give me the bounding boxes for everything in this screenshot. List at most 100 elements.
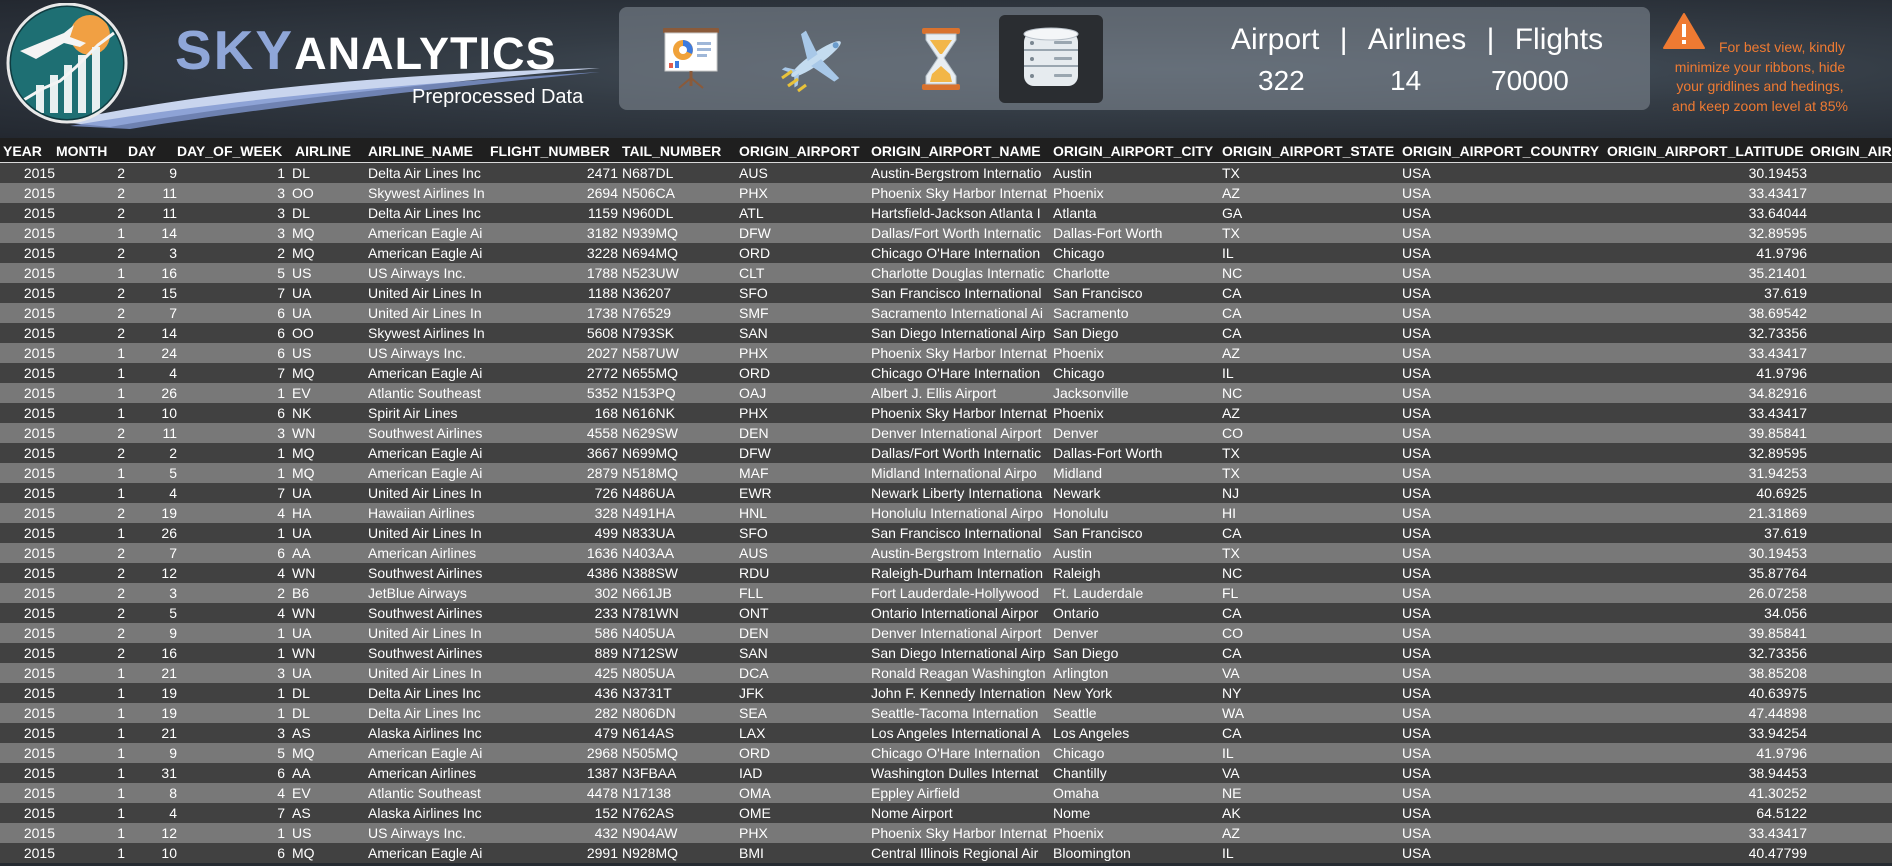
table-cell[interactable]: USA	[1402, 623, 1602, 643]
table-cell[interactable]: Phoenix Sky Harbor Internat	[871, 403, 1051, 423]
table-cell[interactable]: DCA	[739, 663, 869, 683]
table-cell[interactable]: Nome	[1053, 803, 1218, 823]
nav-dashboard-button[interactable]	[639, 15, 743, 103]
table-cell[interactable]: 2991	[488, 843, 618, 863]
table-cell[interactable]: USA	[1402, 763, 1602, 783]
table-cell[interactable]: MQ	[292, 843, 367, 863]
table-cell[interactable]: 12	[125, 823, 177, 843]
table-cell[interactable]: 38.94453	[1607, 763, 1807, 783]
column-header[interactable]: ORIGIN_AIRPORT_CITY	[1053, 138, 1213, 162]
table-cell[interactable]: NK	[292, 403, 367, 423]
table-cell[interactable]: Dallas-Fort Worth	[1053, 223, 1218, 243]
table-cell[interactable]: USA	[1402, 523, 1602, 543]
table-cell[interactable]: 47.44898	[1607, 703, 1807, 723]
table-cell[interactable]: Raleigh	[1053, 563, 1218, 583]
table-cell[interactable]: Bloomington	[1053, 843, 1218, 863]
table-cell[interactable]: 168	[488, 403, 618, 423]
table-cell[interactable]: 33.64044	[1607, 203, 1807, 223]
table-cell[interactable]: 2879	[488, 463, 618, 483]
table-cell[interactable]: UA	[292, 283, 367, 303]
table-cell[interactable]: HNL	[739, 503, 869, 523]
table-cell[interactable]: 38.69542	[1607, 303, 1807, 323]
column-header[interactable]: ORIGIN_AIRPORT_LATITUDE	[1607, 138, 1804, 162]
table-cell[interactable]: OME	[739, 803, 869, 823]
table-cell[interactable]: 2	[55, 643, 125, 663]
nav-data-button[interactable]	[999, 15, 1103, 103]
column-header[interactable]: ORIGIN_AIRPORT_COUNTRY	[1402, 138, 1599, 162]
table-cell[interactable]: NC	[1222, 563, 1400, 583]
table-cell[interactable]: USA	[1402, 483, 1602, 503]
table-cell[interactable]: USA	[1402, 703, 1602, 723]
table-cell[interactable]: AZ	[1222, 403, 1400, 423]
table-cell[interactable]: 3	[125, 243, 177, 263]
table-cell[interactable]: 4386	[488, 563, 618, 583]
table-cell[interactable]: Chicago O'Hare Internation	[871, 363, 1051, 383]
table-cell[interactable]: 11	[125, 423, 177, 443]
table-cell[interactable]: Austin	[1053, 163, 1218, 183]
table-cell[interactable]: American Eagle Ai	[368, 463, 486, 483]
table-cell[interactable]: PHX	[739, 183, 869, 203]
table-cell[interactable]: OMA	[739, 783, 869, 803]
table-cell[interactable]: OO	[292, 323, 367, 343]
table-cell[interactable]: 1	[55, 803, 125, 823]
table-cell[interactable]: 2015	[3, 183, 55, 203]
table-cell[interactable]: Ontario	[1053, 603, 1218, 623]
table-cell[interactable]: 2015	[3, 283, 55, 303]
table-cell[interactable]: 38.85208	[1607, 663, 1807, 683]
table-cell[interactable]: CO	[1222, 623, 1400, 643]
table-cell[interactable]: CA	[1222, 643, 1400, 663]
table-cell[interactable]: 1	[177, 823, 285, 843]
table-cell[interactable]: Spirit Air Lines	[368, 403, 486, 423]
table-cell[interactable]: Austin	[1053, 543, 1218, 563]
table-cell[interactable]: Nome Airport	[871, 803, 1051, 823]
table-cell[interactable]: 15	[125, 283, 177, 303]
table-cell[interactable]: N694MQ	[622, 243, 732, 263]
table-cell[interactable]: Phoenix Sky Harbor Internat	[871, 183, 1051, 203]
table-cell[interactable]: Skywest Airlines In	[368, 323, 486, 343]
table-cell[interactable]: San Diego International Airp	[871, 643, 1051, 663]
table-cell[interactable]: 19	[125, 503, 177, 523]
table-cell[interactable]: 2015	[3, 723, 55, 743]
table-cell[interactable]: USA	[1402, 223, 1602, 243]
table-cell[interactable]: N699MQ	[622, 443, 732, 463]
table-cell[interactable]: Delta Air Lines Inc	[368, 163, 486, 183]
table-cell[interactable]: 2015	[3, 323, 55, 343]
table-cell[interactable]: Jacksonville	[1053, 383, 1218, 403]
table-cell[interactable]: N762AS	[622, 803, 732, 823]
table-cell[interactable]: Alaska Airlines Inc	[368, 723, 486, 743]
table-cell[interactable]: 4	[125, 483, 177, 503]
table-cell[interactable]: PHX	[739, 823, 869, 843]
table-cell[interactable]: 1	[177, 383, 285, 403]
table-cell[interactable]: 2	[125, 443, 177, 463]
table-cell[interactable]: 19	[125, 703, 177, 723]
table-cell[interactable]: 5	[177, 263, 285, 283]
table-cell[interactable]: Southwest Airlines	[368, 423, 486, 443]
table-cell[interactable]: 7	[177, 363, 285, 383]
table-cell[interactable]: 2	[55, 303, 125, 323]
table-cell[interactable]: 1188	[488, 283, 618, 303]
table-cell[interactable]: San Diego	[1053, 323, 1218, 343]
table-cell[interactable]: 1	[55, 263, 125, 283]
table-cell[interactable]: US	[292, 343, 367, 363]
table-cell[interactable]: NC	[1222, 263, 1400, 283]
table-cell[interactable]: Ronald Reagan Washington	[871, 663, 1051, 683]
table-cell[interactable]: AS	[292, 723, 367, 743]
table-cell[interactable]: 37.619	[1607, 523, 1807, 543]
table-cell[interactable]: 31	[125, 763, 177, 783]
table-cell[interactable]: USA	[1402, 643, 1602, 663]
table-cell[interactable]: 2015	[3, 443, 55, 463]
table-cell[interactable]: 2	[55, 623, 125, 643]
table-cell[interactable]: United Air Lines In	[368, 663, 486, 683]
table-cell[interactable]: GA	[1222, 203, 1400, 223]
table-cell[interactable]: 35.87764	[1607, 563, 1807, 583]
table-cell[interactable]: Arlington	[1053, 663, 1218, 683]
table-cell[interactable]: USA	[1402, 343, 1602, 363]
table-cell[interactable]: N491HA	[622, 503, 732, 523]
table-cell[interactable]: 2015	[3, 163, 55, 183]
table-cell[interactable]: DEN	[739, 423, 869, 443]
nav-airlines-button[interactable]	[764, 15, 868, 103]
table-cell[interactable]: JFK	[739, 683, 869, 703]
table-cell[interactable]: Denver	[1053, 423, 1218, 443]
table-cell[interactable]: UA	[292, 663, 367, 683]
table-cell[interactable]: 2	[55, 543, 125, 563]
